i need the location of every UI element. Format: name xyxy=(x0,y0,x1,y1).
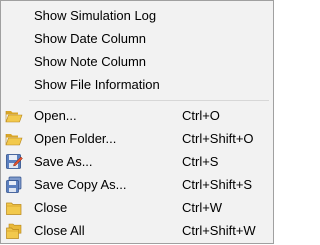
menu-item-open[interactable]: Open... Ctrl+O xyxy=(1,105,273,127)
menu-item-show-date-column[interactable]: Show Date Column xyxy=(1,28,273,50)
menu-item-shortcut: Ctrl+S xyxy=(182,154,219,169)
save-as-icon xyxy=(5,153,23,171)
close-all-icon xyxy=(5,222,23,240)
menu-item-shortcut: Ctrl+W xyxy=(182,200,223,215)
menu-item-label: Save As... xyxy=(34,154,93,169)
menu-item-label: Open Folder... xyxy=(34,131,117,146)
menu-item-shortcut: Ctrl+O xyxy=(182,108,220,123)
menu-item-save-copy-as[interactable]: Save Copy As... Ctrl+Shift+S xyxy=(1,174,273,196)
menu-separator xyxy=(29,100,269,101)
menu-item-label: Show Note Column xyxy=(34,54,146,69)
menu-item-open-folder[interactable]: Open Folder... Ctrl+Shift+O xyxy=(1,128,273,150)
menu-item-show-note-column[interactable]: Show Note Column xyxy=(1,51,273,73)
open-folder-icon xyxy=(5,130,23,148)
save-copy-icon xyxy=(5,176,23,194)
menu-item-label: Show Simulation Log xyxy=(34,8,157,23)
menu-item-label: Close All xyxy=(34,223,85,238)
menu-item-shortcut: Ctrl+Shift+W xyxy=(182,223,256,238)
menu-item-shortcut: Ctrl+Shift+S xyxy=(182,177,253,192)
menu-item-label: Show File Information xyxy=(34,77,160,92)
menu-item-close-all[interactable]: Close All Ctrl+Shift+W xyxy=(1,220,273,242)
menu-item-shortcut: Ctrl+Shift+O xyxy=(182,131,254,146)
menu-item-show-file-information[interactable]: Show File Information xyxy=(1,74,273,96)
menu-item-label: Open... xyxy=(34,108,77,123)
menu-item-close[interactable]: Close Ctrl+W xyxy=(1,197,273,219)
open-folder-icon xyxy=(5,107,23,125)
menu-item-label: Show Date Column xyxy=(34,31,146,46)
close-folder-icon xyxy=(5,199,23,217)
context-menu: Show Simulation Log Show Date Column Sho… xyxy=(0,0,274,244)
menu-item-label: Save Copy As... xyxy=(34,177,127,192)
menu-item-save-as[interactable]: Save As... Ctrl+S xyxy=(1,151,273,173)
menu-item-show-simulation-log[interactable]: Show Simulation Log xyxy=(1,5,273,27)
menu-item-label: Close xyxy=(34,200,68,215)
